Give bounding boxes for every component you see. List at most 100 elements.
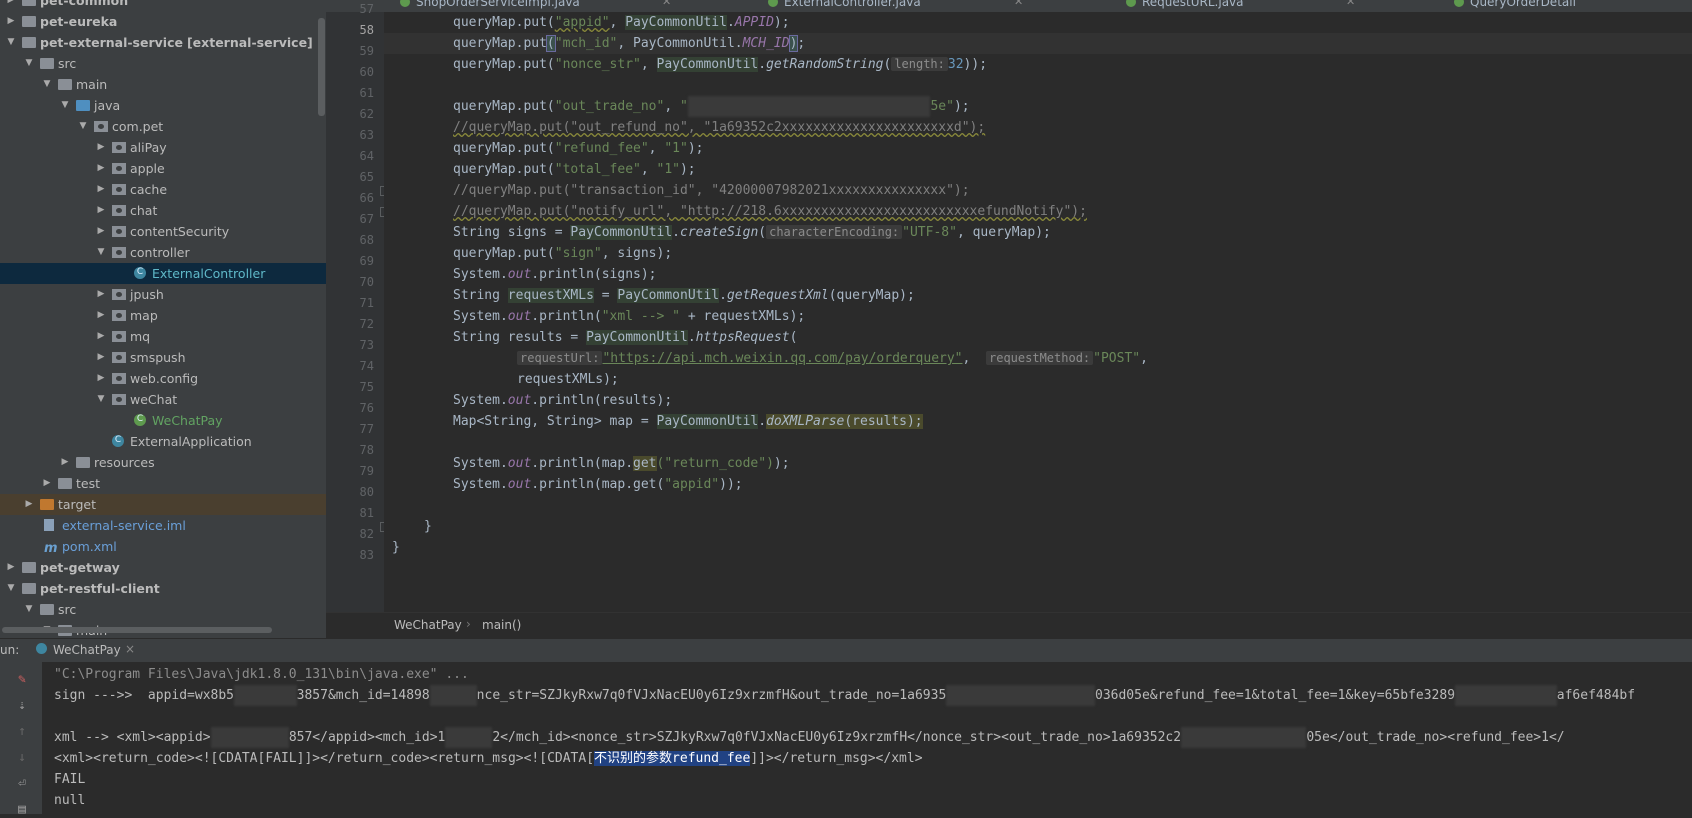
tree-item-label: main: [76, 77, 108, 92]
close-icon[interactable]: ✕: [662, 0, 671, 11]
tree-item[interactable]: ▶ pet-getway: [0, 557, 326, 578]
chevron-down-icon[interactable]: ▼: [24, 599, 34, 620]
tree-item[interactable]: ▼ controller: [0, 242, 326, 263]
chevron-right-icon[interactable]: ▶: [6, 11, 16, 32]
run-tab-wechatpay[interactable]: WeChatPay: [53, 643, 121, 657]
tree-item-label: src: [58, 602, 77, 617]
chevron-right-icon[interactable]: ▶: [96, 179, 106, 200]
package-icon: [112, 205, 126, 216]
tree-item[interactable]: ▶ web.config: [0, 368, 326, 389]
breadcrumb-method[interactable]: main(): [482, 618, 521, 632]
chevron-right-icon[interactable]: ▶: [96, 200, 106, 221]
tab-request-url[interactable]: RequestURL.java ✕: [1126, 0, 1355, 11]
tree-item[interactable]: ▼ weChat: [0, 389, 326, 410]
tab-query-order-detail[interactable]: QueryOrderDetail: [1454, 0, 1576, 11]
tree-item[interactable]: ▶ aliPay: [0, 137, 326, 158]
code-line-68: queryMap.put("sign", signs);: [453, 246, 673, 261]
package-icon: [94, 121, 108, 132]
chevron-right-icon[interactable]: ▶: [60, 452, 70, 473]
chevron-right-icon[interactable]: ▶: [96, 305, 106, 326]
package-icon: [112, 394, 126, 405]
tree-item[interactable]: ▶ contentSecurity: [0, 221, 326, 242]
chevron-down-icon[interactable]: ▼: [78, 116, 88, 137]
package-icon: [112, 289, 126, 300]
chevron-down-icon[interactable]: ▼: [24, 53, 34, 74]
tree-item-label: target: [58, 497, 97, 512]
chevron-right-icon[interactable]: ▶: [96, 368, 106, 389]
chevron-down-icon[interactable]: ▼: [42, 74, 52, 95]
soft-wrap-icon[interactable]: ⏎: [14, 776, 30, 792]
tree-item[interactable]: ▼ java: [0, 95, 326, 116]
close-icon[interactable]: ✕: [1014, 0, 1023, 11]
chevron-right-icon[interactable]: ▶: [96, 326, 106, 347]
chevron-right-icon[interactable]: ▶: [42, 473, 52, 494]
chevron-right-icon[interactable]: ▶: [6, 557, 16, 578]
code-line-70: String requestXMLs = PayCommonUtil.getRe…: [453, 288, 915, 303]
package-icon: [112, 310, 126, 321]
sort-down-icon[interactable]: ⇣: [14, 698, 30, 714]
tree-item[interactable]: m pom.xml: [0, 536, 326, 557]
java-class-icon: [1126, 0, 1136, 7]
tree-item[interactable]: ▶ map: [0, 305, 326, 326]
tree-item[interactable]: ▶ smspush: [0, 347, 326, 368]
maven-icon: m: [44, 541, 58, 556]
tree-item[interactable]: ▼ pet-external-service [external-service]: [0, 32, 326, 53]
tree-item[interactable]: ▶ jpush: [0, 284, 326, 305]
chevron-right-icon[interactable]: ▶: [96, 137, 106, 158]
tree-item-label: chat: [130, 203, 158, 218]
tree-item[interactable]: ▶ chat: [0, 200, 326, 221]
tree-item[interactable]: ▶ test: [0, 473, 326, 494]
tree-item[interactable]: ▼ main: [0, 74, 326, 95]
tree-item[interactable]: ▼ com.pet: [0, 116, 326, 137]
console-output[interactable]: "C:\Program Files\Java\jdk1.8.0_131\bin\…: [42, 662, 1692, 814]
close-icon[interactable]: ×: [125, 642, 135, 656]
chevron-right-icon[interactable]: ▶: [96, 347, 106, 368]
scroll-up-icon[interactable]: ↑: [14, 724, 30, 740]
project-tree-horizontal-scrollbar[interactable]: [2, 627, 272, 633]
clear-icon[interactable]: ✎: [14, 672, 30, 688]
tree-item[interactable]: WeChatPay: [0, 409, 326, 431]
tree-item-label: smspush: [130, 350, 186, 365]
chevron-down-icon[interactable]: ▼: [6, 578, 16, 599]
folder-icon: [58, 79, 72, 90]
print-icon[interactable]: ▤: [14, 802, 30, 818]
line-number: 57: [359, 2, 374, 16]
tree-item[interactable]: ▶ cache: [0, 179, 326, 200]
tree-item[interactable]: ▶ apple: [0, 158, 326, 179]
scroll-down-icon[interactable]: ↓: [14, 750, 30, 766]
tree-item[interactable]: ▼ src: [0, 599, 326, 620]
chevron-down-icon[interactable]: ▼: [60, 95, 70, 116]
folder-icon: [76, 457, 90, 468]
tree-item[interactable]: ▶ target: [0, 494, 326, 515]
tree-item[interactable]: ▼ pet-restful-client: [0, 578, 326, 599]
folder-icon: [22, 37, 36, 48]
tree-item[interactable]: external-service.iml: [0, 515, 326, 536]
tree-item[interactable]: ▶ pet-eureka: [0, 11, 326, 32]
line-number: 72: [359, 317, 374, 331]
code-editor[interactable]: queryMap.put("appid", PayCommonUtil.APPI…: [384, 12, 1692, 620]
close-icon[interactable]: ✕: [1346, 0, 1355, 11]
chevron-right-icon[interactable]: ▶: [96, 158, 106, 179]
tree-item[interactable]: ▶ pet-common: [0, 0, 326, 11]
chevron-right-icon[interactable]: ▶: [96, 284, 106, 305]
chevron-right-icon[interactable]: ▶: [96, 221, 106, 242]
line-number: 83: [359, 548, 374, 562]
tab-external-controller[interactable]: ExternalController.java ✕: [768, 0, 1023, 11]
tree-item[interactable]: ▶ mq: [0, 326, 326, 347]
project-tree-scrollbar[interactable]: [318, 18, 325, 116]
breadcrumb-class[interactable]: WeChatPay: [394, 618, 462, 632]
chevron-down-icon[interactable]: ▼: [96, 389, 106, 410]
chevron-down-icon[interactable]: ▼: [96, 242, 106, 263]
chevron-right-icon[interactable]: ▶: [24, 494, 34, 515]
chevron-right-icon[interactable]: ▶: [6, 0, 16, 11]
tree-item[interactable]: ▶ resources: [0, 452, 326, 473]
tree-item-label: contentSecurity: [130, 224, 230, 239]
tree-item-label: pet-restful-client: [40, 581, 160, 596]
chevron-down-icon[interactable]: ▼: [6, 32, 16, 53]
console-line-sign: sign --->> appid=wx8b5xxxxxxxx3857&mch_i…: [54, 685, 1635, 706]
tree-item[interactable]: ▼ src: [0, 53, 326, 74]
java-class-icon: [400, 0, 410, 7]
tree-item[interactable]: ExternalController: [0, 262, 326, 284]
tree-item[interactable]: ExternalApplication: [0, 430, 326, 452]
tab-shop-order-service-impl[interactable]: ShopOrderServiceImpl.java ✕: [400, 0, 671, 11]
